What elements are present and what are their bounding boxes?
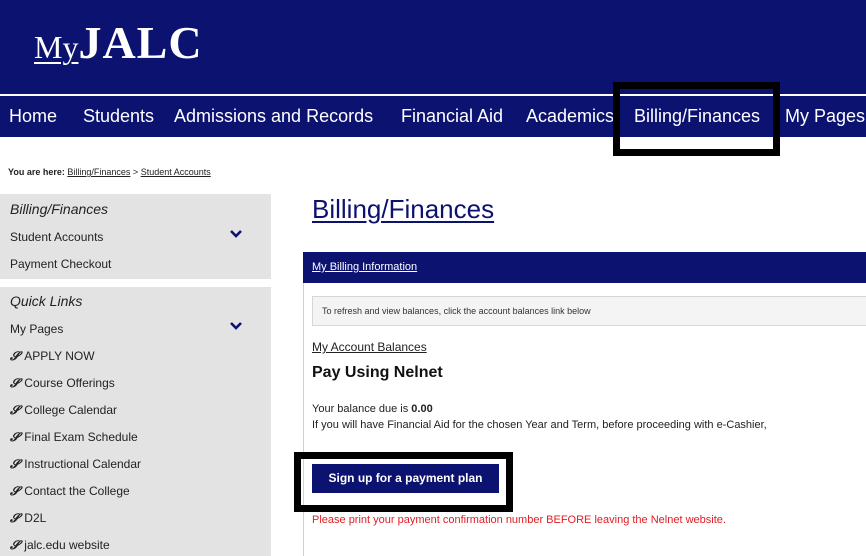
breadcrumb-billing-link[interactable]: Billing/Finances bbox=[67, 167, 130, 177]
quick-link-jalc-website[interactable]: 𝓢jalc.edu website bbox=[10, 538, 110, 553]
chain-link-icon: 𝓢 bbox=[10, 430, 20, 444]
sidebar-item-my-pages[interactable]: My Pages bbox=[10, 322, 63, 336]
chain-link-icon: 𝓢 bbox=[10, 511, 20, 525]
chain-link-icon: 𝓢 bbox=[10, 349, 20, 363]
chain-link-icon: 𝓢 bbox=[10, 376, 20, 390]
sidebar-item-student-accounts[interactable]: Student Accounts bbox=[10, 230, 103, 244]
chain-link-icon: 𝓢 bbox=[10, 457, 20, 471]
chain-link-icon: 𝓢 bbox=[10, 538, 20, 552]
quick-link-label: College Calendar bbox=[24, 403, 118, 417]
quick-link-label: D2L bbox=[24, 511, 47, 525]
quick-link-course-offerings[interactable]: 𝓢 Course Offerings bbox=[10, 376, 115, 391]
quick-link-contact-college[interactable]: 𝓢 Contact the College bbox=[10, 484, 130, 499]
quick-link-instructional-calendar[interactable]: 𝓢 Instructional Calendar bbox=[10, 457, 141, 472]
breadcrumb-label: You are here: bbox=[8, 167, 65, 177]
logo-jalc: JALC bbox=[78, 17, 203, 68]
quick-link-apply-now[interactable]: 𝓢 APPLY NOW bbox=[10, 349, 95, 364]
quick-link-college-calendar[interactable]: 𝓢 College Calendar bbox=[10, 403, 117, 418]
quick-link-label: Contact the College bbox=[24, 484, 130, 498]
quick-link-label: jalc.edu website bbox=[24, 538, 110, 552]
breadcrumb-separator: > bbox=[132, 167, 139, 177]
site-header: MyJALC bbox=[0, 0, 866, 94]
billing-nav-highlight-box bbox=[613, 82, 780, 156]
sidebar-billing-section: Billing/Finances Student Accounts Paymen… bbox=[0, 194, 271, 279]
balance-value: 0.00 bbox=[411, 403, 433, 415]
page-title[interactable]: Billing/Finances bbox=[312, 194, 494, 225]
quick-link-label: Instructional Calendar bbox=[24, 457, 142, 471]
chain-link-icon: 𝓢 bbox=[10, 484, 20, 498]
chevron-down-icon[interactable] bbox=[228, 228, 244, 240]
breadcrumb-student-accounts-link[interactable]: Student Accounts bbox=[141, 167, 211, 177]
nav-my-pages[interactable]: My Pages bbox=[785, 106, 865, 127]
balance-prefix: Your balance due is bbox=[312, 403, 409, 415]
breadcrumb: You are here: Billing/Finances > Student… bbox=[8, 167, 211, 177]
quick-link-final-exam-schedule[interactable]: 𝓢 Final Exam Schedule bbox=[10, 430, 138, 445]
sidebar-quick-links: Quick Links My Pages 𝓢 APPLY NOW 𝓢 Course … bbox=[0, 287, 271, 556]
chevron-down-icon[interactable] bbox=[228, 320, 244, 332]
financial-aid-text: If you will have Financial Aid for the c… bbox=[312, 419, 767, 431]
nav-academics[interactable]: Academics bbox=[526, 106, 614, 127]
logo-my: My bbox=[34, 29, 79, 65]
quick-link-label: APPLY NOW bbox=[24, 349, 95, 363]
nelnet-warning: Please print your payment confirmation n… bbox=[312, 514, 726, 526]
nav-students[interactable]: Students bbox=[83, 106, 154, 127]
sidebar-billing-title: Billing/Finances bbox=[10, 201, 109, 217]
sidebar-item-payment-checkout[interactable]: Payment Checkout bbox=[10, 257, 111, 271]
quick-link-d2l[interactable]: 𝓢 D2L bbox=[10, 511, 46, 526]
chain-link-icon: 𝓢 bbox=[10, 403, 20, 417]
nav-admissions-records[interactable]: Admissions and Records bbox=[174, 106, 373, 127]
nav-home[interactable]: Home bbox=[9, 106, 57, 127]
quick-link-label: Course Offerings bbox=[24, 376, 115, 390]
refresh-notice-text: To refresh and view balances, click the … bbox=[322, 306, 591, 316]
sidebar-quick-links-title: Quick Links bbox=[10, 293, 83, 309]
pay-nelnet-heading: Pay Using Nelnet bbox=[312, 364, 443, 381]
balance-line: Your balance due is 0.00 bbox=[312, 403, 433, 415]
myjalc-logo[interactable]: MyJALC bbox=[34, 16, 203, 69]
nav-financial-aid[interactable]: Financial Aid bbox=[401, 106, 503, 127]
billing-info-panel-header: My Billing Information bbox=[303, 252, 866, 283]
account-balances-link[interactable]: My Account Balances bbox=[312, 340, 427, 354]
quick-link-label: Final Exam Schedule bbox=[24, 430, 138, 444]
billing-info-link[interactable]: My Billing Information bbox=[312, 261, 417, 273]
refresh-notice: To refresh and view balances, click the … bbox=[312, 296, 866, 326]
payment-plan-button[interactable]: Sign up for a payment plan bbox=[312, 464, 499, 493]
